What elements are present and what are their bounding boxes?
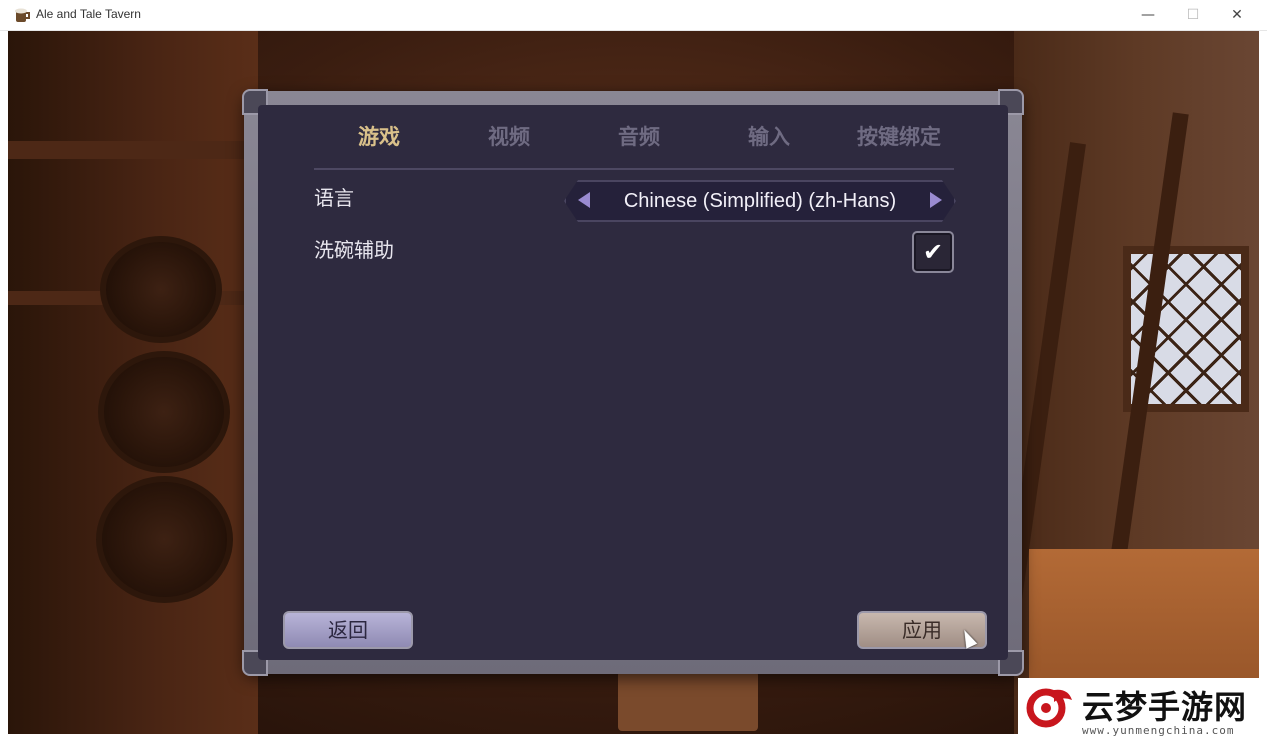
watermark: 云梦手游网 www.yunmengchina.com	[1018, 678, 1267, 742]
settings-tabs: 游戏 视频 音频 输入 按键绑定	[314, 115, 954, 159]
arrow-left-icon[interactable]	[578, 192, 590, 208]
checkmark-icon: ✔	[922, 238, 944, 266]
settings-panel: 游戏 视频 音频 输入 按键绑定 语言 Chinese (Simplified)…	[242, 89, 1024, 676]
arrow-right-icon[interactable]	[930, 192, 942, 208]
back-button[interactable]: 返回	[283, 611, 413, 649]
dishwashing-assist-checkbox[interactable]: ✔	[912, 231, 954, 273]
watermark-logo-icon	[1026, 688, 1072, 728]
language-label: 语言	[314, 186, 354, 210]
language-value: Chinese (Simplified) (zh-Hans)	[623, 190, 897, 212]
wooden-beam	[8, 141, 248, 159]
tab-keybindings[interactable]: 按键绑定	[834, 115, 964, 159]
dishwashing-assist-label: 洗碗辅助	[314, 238, 394, 262]
tab-game[interactable]: 游戏	[314, 115, 444, 159]
minimize-button[interactable]: —	[1125, 0, 1171, 30]
window-titlebar: Ale and Tale Tavern — ☐ ✕	[0, 0, 1267, 31]
barrel	[100, 236, 222, 343]
tab-video[interactable]: 视频	[444, 115, 574, 159]
close-button[interactable]: ✕	[1214, 0, 1260, 30]
tab-divider	[314, 168, 954, 170]
language-selector[interactable]: Chinese (Simplified) (zh-Hans)	[564, 180, 956, 222]
window-title: Ale and Tale Tavern	[36, 7, 141, 21]
tab-audio[interactable]: 音频	[574, 115, 704, 159]
tavern-mug-icon	[15, 8, 30, 22]
open-book	[618, 671, 758, 731]
settings-content: 游戏 视频 音频 输入 按键绑定 语言 Chinese (Simplified)…	[258, 105, 1008, 660]
watermark-title: 云梦手游网	[1082, 688, 1248, 726]
barrel	[96, 476, 233, 603]
tab-input[interactable]: 输入	[704, 115, 834, 159]
watermark-url: www.yunmengchina.com	[1082, 724, 1235, 737]
maximize-button[interactable]: ☐	[1170, 0, 1216, 30]
barrel	[98, 351, 230, 473]
